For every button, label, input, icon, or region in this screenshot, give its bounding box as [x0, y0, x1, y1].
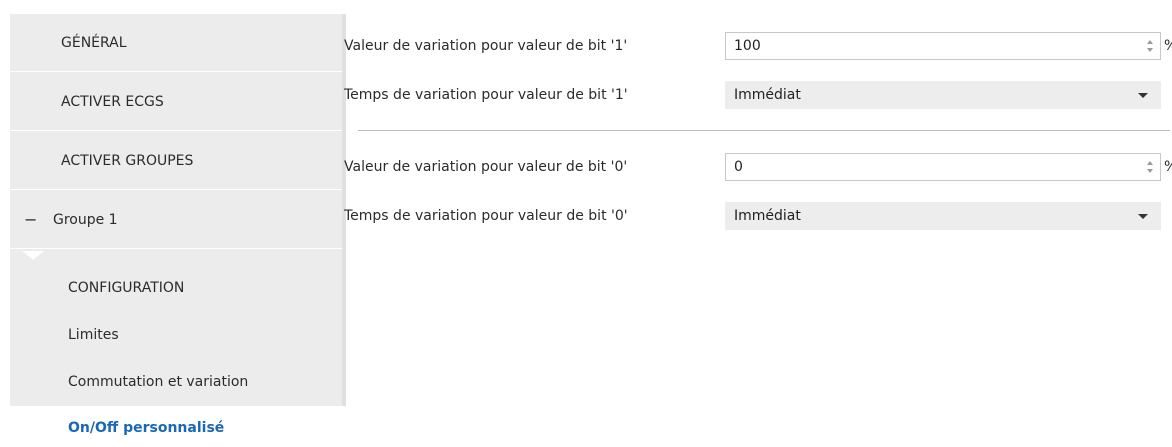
sidebar-item-label: GÉNÉRAL	[61, 34, 127, 51]
param-row-time-bit0: Temps de variation pour valeur de bit '0…	[344, 199, 1172, 233]
chevron-down-icon[interactable]	[1138, 213, 1148, 219]
sidebar-group-label: Groupe 1	[53, 211, 118, 228]
spinbox-value[interactable]: 0	[726, 159, 1142, 175]
group-expanded-indicator	[22, 251, 44, 260]
spin-up-icon[interactable]	[1147, 161, 1153, 165]
spin-arrows-icon[interactable]	[1142, 33, 1158, 59]
sidebar-subitem-label: CONFIGURATION	[68, 280, 185, 296]
time-bit1-dropdown[interactable]: Immédiat	[725, 81, 1161, 109]
sidebar-subitem-on-off-personnalise[interactable]: On/Off personnalisé	[10, 406, 342, 447]
unit-label: %	[1164, 150, 1172, 184]
sidebar-item-general[interactable]: GÉNÉRAL	[10, 14, 342, 72]
sidebar-subitem-limites[interactable]: Limites	[10, 313, 342, 357]
param-row-time-bit1: Temps de variation pour valeur de bit '1…	[344, 78, 1172, 112]
spin-up-icon[interactable]	[1147, 40, 1153, 44]
section-divider	[358, 130, 1170, 131]
sidebar-group-groupe-1[interactable]: − Groupe 1	[10, 191, 342, 249]
sidebar-subitem-commutation-et-variation[interactable]: Commutation et variation	[10, 360, 342, 404]
sidebar-item-activer-groupes[interactable]: ACTIVER GROUPES	[10, 132, 342, 190]
dropdown-value: Immédiat	[734, 87, 801, 103]
sidebar-subitem-label: On/Off personnalisé	[68, 420, 225, 436]
spin-arrows-icon[interactable]	[1142, 154, 1158, 180]
value-bit0-spinbox[interactable]: 0	[725, 153, 1161, 181]
sidebar-subitem-label: Commutation et variation	[68, 374, 249, 390]
param-row-value-bit1: Valeur de variation pour valeur de bit '…	[344, 29, 1172, 63]
param-label: Temps de variation pour valeur de bit '1…	[344, 87, 628, 103]
chevron-down-icon[interactable]	[1138, 92, 1148, 98]
param-label: Temps de variation pour valeur de bit '0…	[344, 208, 628, 224]
spin-down-icon[interactable]	[1147, 169, 1153, 173]
unit-label: %	[1164, 29, 1172, 63]
spin-down-icon[interactable]	[1147, 48, 1153, 52]
param-label: Valeur de variation pour valeur de bit '…	[344, 38, 628, 54]
collapse-icon[interactable]: −	[10, 210, 37, 229]
app-window: GÉNÉRAL ACTIVER ECGS ACTIVER GROUPES − G…	[0, 0, 1172, 447]
sidebar-item-activer-ecgs[interactable]: ACTIVER ECGS	[10, 73, 342, 131]
dropdown-value: Immédiat	[734, 208, 801, 224]
sidebar-subitem-label: Limites	[68, 327, 119, 343]
param-row-value-bit0: Valeur de variation pour valeur de bit '…	[344, 150, 1172, 184]
param-label: Valeur de variation pour valeur de bit '…	[344, 159, 628, 175]
sidebar: GÉNÉRAL ACTIVER ECGS ACTIVER GROUPES − G…	[10, 14, 346, 447]
time-bit0-dropdown[interactable]: Immédiat	[725, 202, 1161, 230]
sidebar-item-label: ACTIVER ECGS	[61, 93, 164, 110]
parameters-panel: Valeur de variation pour valeur de bit '…	[344, 14, 1172, 447]
value-bit1-spinbox[interactable]: 100	[725, 32, 1161, 60]
sidebar-subitem-configuration[interactable]: CONFIGURATION	[10, 266, 342, 310]
spinbox-value[interactable]: 100	[726, 38, 1142, 54]
sidebar-item-label: ACTIVER GROUPES	[61, 152, 194, 169]
